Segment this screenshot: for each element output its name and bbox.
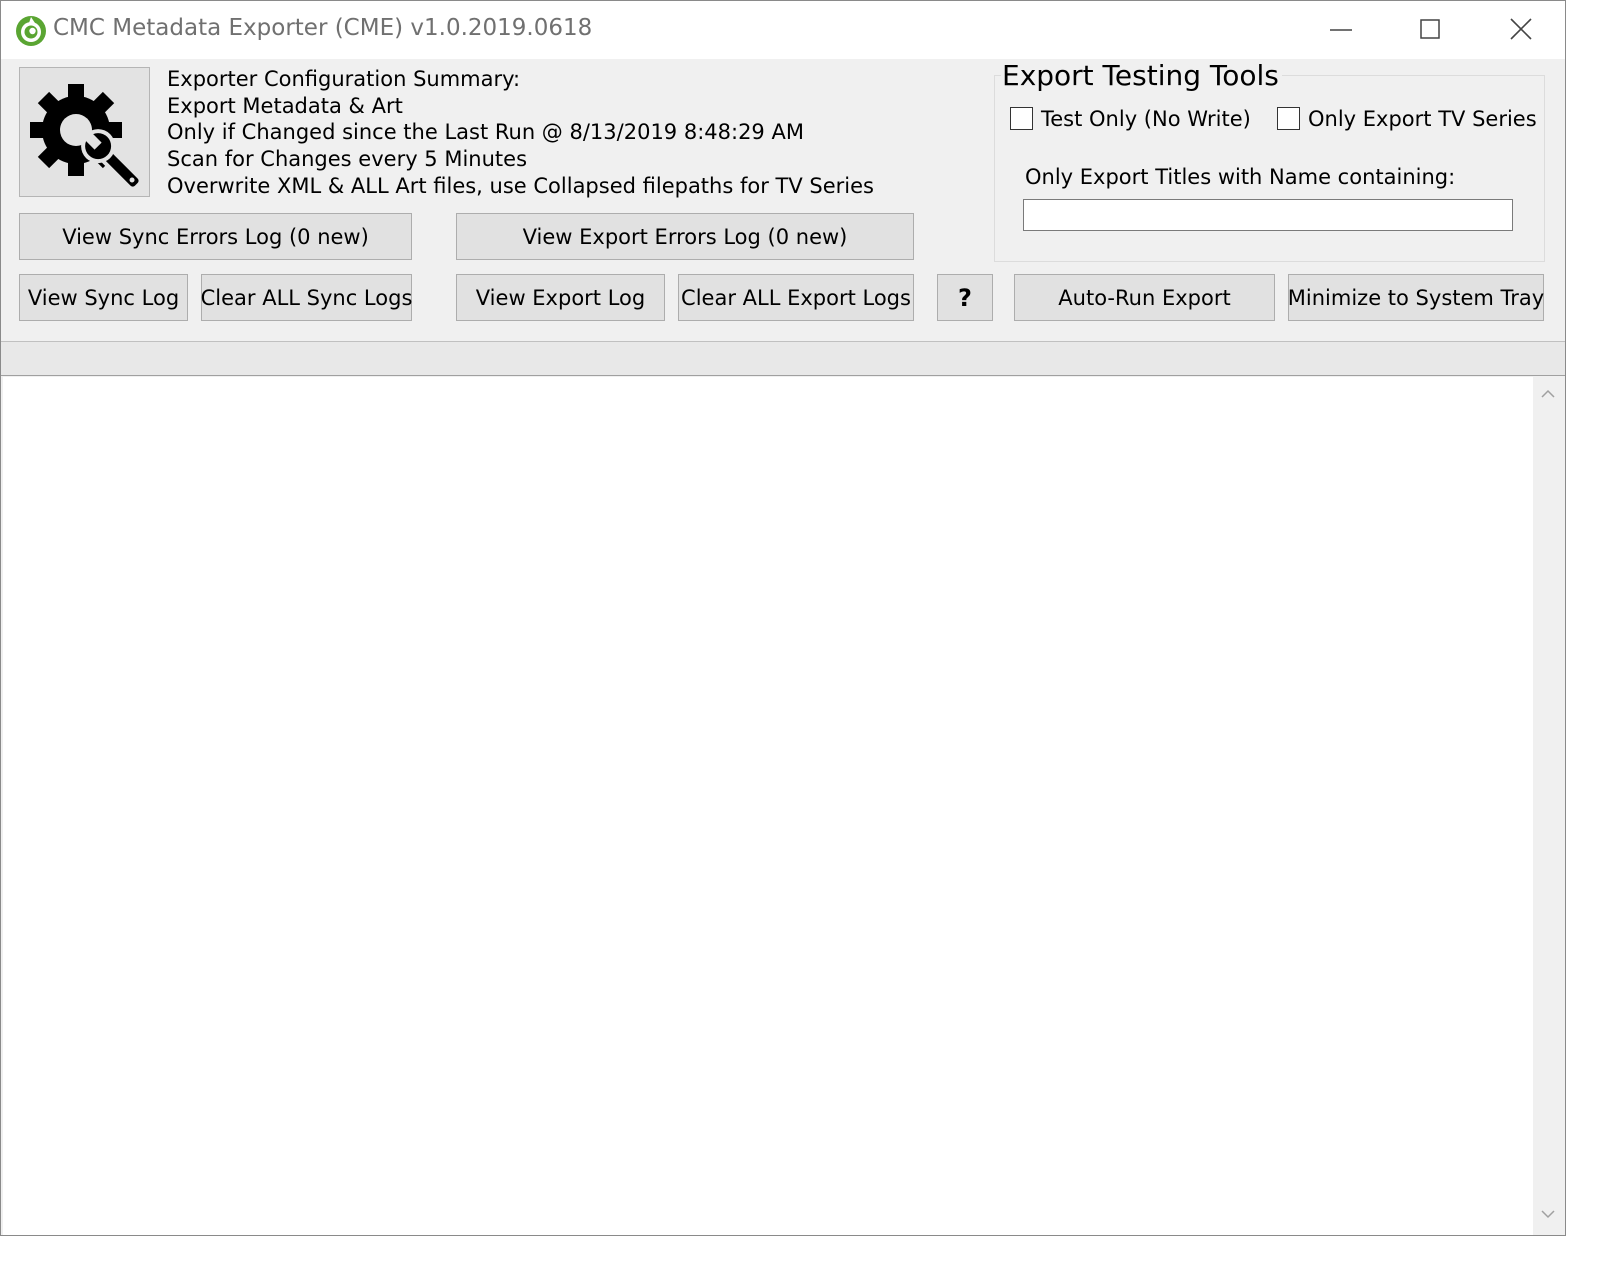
scroll-up-arrow-icon[interactable] [1541, 389, 1555, 399]
help-button[interactable]: ? [937, 274, 993, 321]
app-window: CMC Metadata Exporter (CME) v1.0.2019.06… [0, 0, 1566, 1236]
log-output-area[interactable] [3, 377, 1533, 1235]
title-bar[interactable]: CMC Metadata Exporter (CME) v1.0.2019.06… [1, 1, 1565, 59]
status-strip [1, 341, 1565, 376]
title-filter-input[interactable] [1023, 199, 1513, 231]
export-testing-tools-title: Export Testing Tools [1001, 59, 1282, 92]
test-only-checkbox[interactable] [1010, 107, 1033, 130]
summary-line-changed-since: Only if Changed since the Last Run @ 8/1… [167, 120, 804, 145]
view-export-errors-log-button[interactable]: View Export Errors Log (0 new) [456, 213, 914, 260]
summary-line-overwrite: Overwrite XML & ALL Art files, use Colla… [167, 173, 874, 198]
minimize-icon [1330, 29, 1352, 31]
tv-series-only-label[interactable]: Only Export TV Series [1308, 107, 1537, 131]
tv-series-only-checkbox[interactable] [1277, 107, 1300, 130]
configuration-settings-button[interactable] [19, 67, 150, 197]
log-scrollbar[interactable] [1533, 377, 1564, 1235]
gear-wrench-icon [30, 84, 142, 190]
app-logo-icon [16, 16, 46, 46]
auto-run-export-button[interactable]: Auto-Run Export [1014, 274, 1275, 321]
test-only-label[interactable]: Test Only (No Write) [1041, 107, 1251, 131]
view-sync-log-button[interactable]: View Sync Log [19, 274, 188, 321]
close-button[interactable] [1477, 1, 1567, 59]
view-export-log-button[interactable]: View Export Log [456, 274, 665, 321]
summary-line-scan-interval: Scan for Changes every 5 Minutes [167, 147, 528, 172]
minimize-to-system-tray-button[interactable]: Minimize to System Tray [1288, 274, 1544, 321]
scroll-down-arrow-icon[interactable] [1541, 1209, 1555, 1219]
title-filter-label: Only Export Titles with Name containing: [1025, 165, 1456, 189]
summary-line-export-type: Export Metadata & Art [167, 93, 403, 118]
view-sync-errors-log-button[interactable]: View Sync Errors Log (0 new) [19, 213, 412, 260]
configuration-summary: Exporter Configuration Summary: Export M… [167, 66, 874, 200]
close-icon [1510, 18, 1532, 40]
minimize-button[interactable] [1297, 1, 1387, 59]
maximize-button[interactable] [1387, 1, 1477, 59]
summary-heading: Exporter Configuration Summary: [167, 67, 521, 91]
maximize-icon [1420, 19, 1440, 39]
window-title: CMC Metadata Exporter (CME) v1.0.2019.06… [53, 15, 593, 41]
clear-all-sync-logs-button[interactable]: Clear ALL Sync Logs [201, 274, 412, 321]
clear-all-export-logs-button[interactable]: Clear ALL Export Logs [678, 274, 914, 321]
